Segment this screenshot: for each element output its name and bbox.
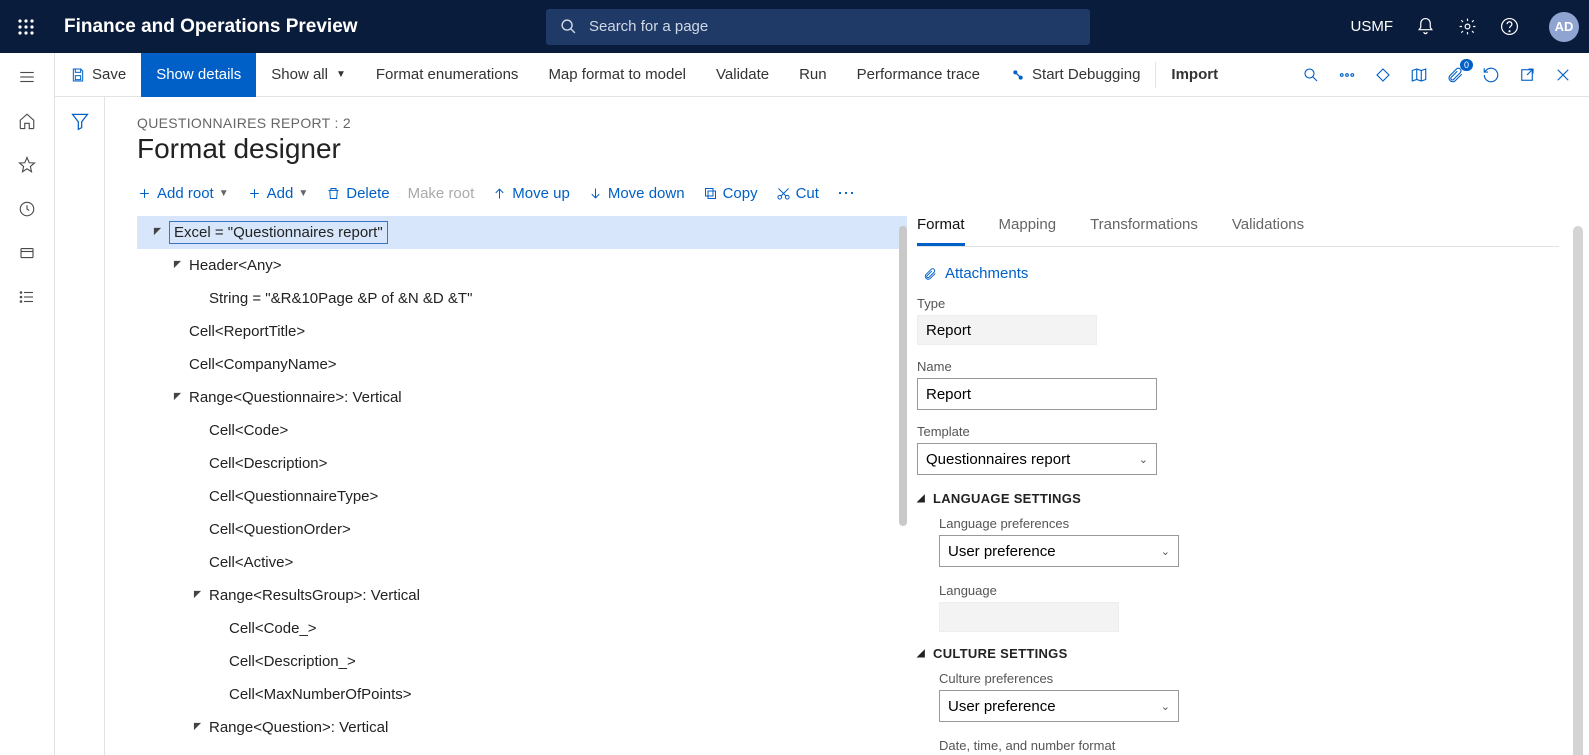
format-tree[interactable]: Excel = "Questionnaires report"Header<An…: [137, 216, 907, 744]
module-icon[interactable]: [15, 241, 39, 265]
template-select[interactable]: Questionnaires report⌄: [917, 443, 1157, 475]
culture-pref-label: Culture preferences: [939, 671, 1559, 686]
search-input[interactable]: Search for a page: [546, 9, 1090, 45]
chevron-down-icon: ⌄: [1161, 700, 1170, 713]
run-button[interactable]: Run: [784, 53, 842, 97]
lang-pref-select[interactable]: User preference⌄: [939, 535, 1179, 567]
add-root-button[interactable]: Add root▼: [137, 185, 229, 202]
gear-icon[interactable]: [1457, 17, 1477, 37]
menu-icon[interactable]: [15, 65, 39, 89]
tree-row[interactable]: Cell<QuestionOrder>: [137, 513, 907, 546]
scrollbar[interactable]: [899, 226, 907, 526]
tab-format[interactable]: Format: [917, 216, 965, 246]
move-up-button[interactable]: Move up: [492, 185, 570, 202]
add-button[interactable]: Add▼: [247, 185, 309, 202]
tree-row[interactable]: Cell<Code>: [137, 414, 907, 447]
tree-row[interactable]: String = "&R&10Page &P of &N &D &T": [137, 282, 907, 315]
tree-row[interactable]: Cell<ReportTitle>: [137, 315, 907, 348]
tree-row[interactable]: Cell<Active>: [137, 546, 907, 579]
cut-button[interactable]: Cut: [776, 185, 819, 202]
name-field[interactable]: [917, 378, 1157, 410]
show-all-button[interactable]: Show all▼: [256, 53, 361, 97]
language-label: Language: [939, 583, 1559, 598]
import-button[interactable]: Import: [1156, 53, 1233, 97]
tree-row[interactable]: Header<Any>: [137, 249, 907, 282]
refresh-icon[interactable]: [1481, 65, 1501, 85]
tree-row[interactable]: Range<ResultsGroup>: Vertical: [137, 579, 907, 612]
language-value: [939, 602, 1119, 632]
type-label: Type: [917, 296, 1559, 311]
search-placeholder: Search for a page: [589, 18, 708, 35]
attach-toolbar-icon[interactable]: 0: [1445, 65, 1465, 85]
tree-row[interactable]: Cell<CompanyName>: [137, 348, 907, 381]
search-icon: [560, 18, 577, 35]
paperclip-icon: [923, 266, 937, 282]
popout-icon[interactable]: [1517, 65, 1537, 85]
language-settings-section[interactable]: ◢LANGUAGE SETTINGS: [917, 491, 1559, 506]
copy-button[interactable]: Copy: [703, 185, 758, 202]
chevron-down-icon: ⌄: [1139, 453, 1148, 466]
chevron-down-icon: ⌄: [1161, 545, 1170, 558]
attachments-link[interactable]: Attachments: [923, 265, 1559, 282]
culture-settings-section[interactable]: ◢CULTURE SETTINGS: [917, 646, 1559, 661]
map-icon[interactable]: [1409, 65, 1429, 85]
tree-row[interactable]: Cell<Description_>: [137, 645, 907, 678]
list-icon[interactable]: [15, 285, 39, 309]
left-rail: [0, 53, 55, 755]
save-button[interactable]: Save: [55, 53, 141, 97]
tree-row[interactable]: Cell<MaxNumberOfPoints>: [137, 678, 907, 711]
waffle-icon[interactable]: [10, 18, 42, 36]
bell-icon[interactable]: [1415, 17, 1435, 37]
clock-icon[interactable]: [15, 197, 39, 221]
name-label: Name: [917, 359, 1559, 374]
performance-trace-button[interactable]: Performance trace: [842, 53, 995, 97]
start-debugging-button[interactable]: Start Debugging: [995, 53, 1155, 97]
tree-row[interactable]: Range<Question>: Vertical: [137, 711, 907, 744]
culture-pref-select[interactable]: User preference⌄: [939, 690, 1179, 722]
tree-row[interactable]: Range<Questionnaire>: Vertical: [137, 381, 907, 414]
tree-row[interactable]: Cell<QuestionnaireType>: [137, 480, 907, 513]
delete-button[interactable]: Delete: [326, 185, 389, 202]
tab-transformations[interactable]: Transformations: [1090, 216, 1198, 246]
chevron-down-icon: ▼: [219, 188, 229, 199]
tree-row[interactable]: Excel = "Questionnaires report": [137, 216, 907, 249]
scrollbar[interactable]: [1573, 226, 1583, 755]
star-icon[interactable]: [15, 153, 39, 177]
datefmt-label: Date, time, and number format: [939, 738, 1559, 753]
tree-more-icon[interactable]: ⋯: [837, 183, 856, 204]
tree-row[interactable]: Cell<Code_>: [137, 612, 907, 645]
make-root-button: Make root: [408, 185, 475, 202]
avatar[interactable]: AD: [1549, 12, 1579, 42]
search-toolbar-icon[interactable]: [1301, 65, 1321, 85]
tree-toolbar: Add root▼ Add▼ Delete Make root Move up …: [137, 183, 1589, 204]
type-value: Report: [917, 315, 1097, 345]
validate-button[interactable]: Validate: [701, 53, 784, 97]
page-title: Format designer: [137, 133, 1589, 165]
help-icon[interactable]: [1499, 17, 1519, 37]
lang-pref-label: Language preferences: [939, 516, 1559, 531]
home-icon[interactable]: [15, 109, 39, 133]
top-bar: Finance and Operations Preview Search fo…: [0, 0, 1589, 53]
close-icon[interactable]: [1553, 65, 1573, 85]
map-format-button[interactable]: Map format to model: [533, 53, 701, 97]
tab-mapping[interactable]: Mapping: [999, 216, 1057, 246]
company-code[interactable]: USMF: [1351, 18, 1394, 35]
diamond-icon[interactable]: [1373, 65, 1393, 85]
tree-row[interactable]: Cell<Description>: [137, 447, 907, 480]
filter-column: [55, 97, 105, 755]
template-label: Template: [917, 424, 1559, 439]
more-toolbar-icon[interactable]: [1337, 65, 1357, 85]
chevron-down-icon: ▼: [298, 188, 308, 199]
move-down-button[interactable]: Move down: [588, 185, 685, 202]
format-enumerations-button[interactable]: Format enumerations: [361, 53, 534, 97]
filter-icon[interactable]: [70, 111, 90, 131]
breadcrumb: QUESTIONNAIRES REPORT : 2: [137, 115, 1589, 131]
action-toolbar: Save Show details Show all▼ Format enume…: [55, 53, 1589, 97]
properties-panel: Format Mapping Transformations Validatio…: [907, 216, 1589, 755]
chevron-down-icon: ▼: [336, 69, 346, 80]
show-details-button[interactable]: Show details: [141, 53, 256, 97]
app-title: Finance and Operations Preview: [64, 16, 358, 38]
tab-validations[interactable]: Validations: [1232, 216, 1304, 246]
